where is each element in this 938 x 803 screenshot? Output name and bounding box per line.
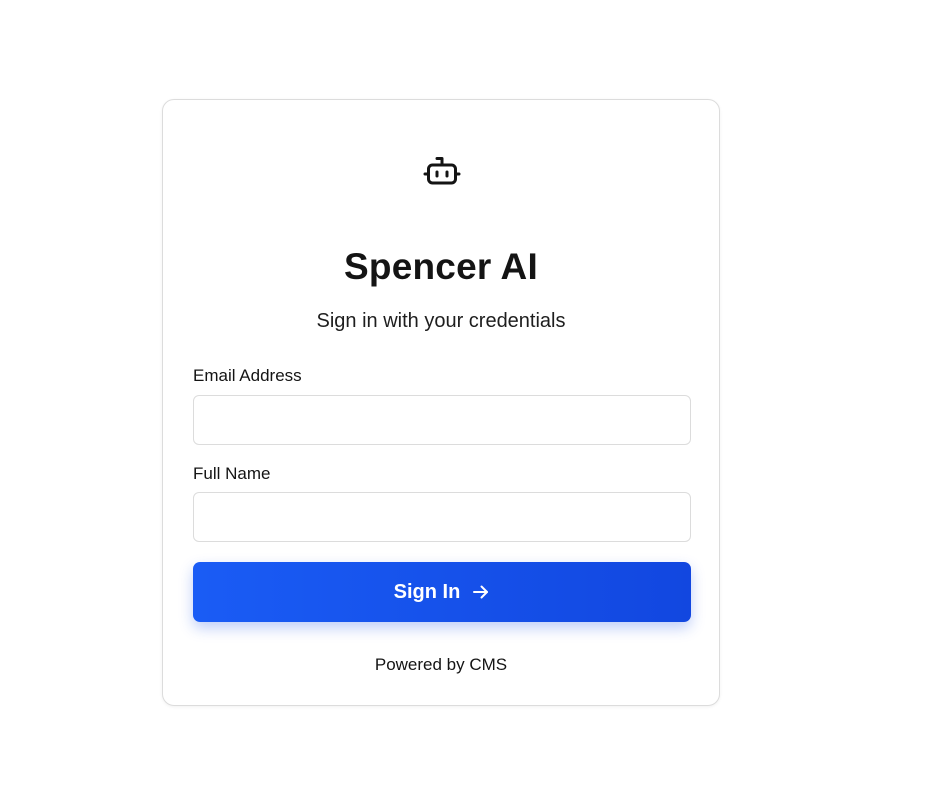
arrow-right-icon	[472, 583, 490, 601]
full-name-label: Full Name	[193, 464, 271, 483]
app-title: Spencer AI	[344, 246, 538, 287]
sign-in-button-label: Sign In	[393, 580, 461, 603]
full-name-field[interactable]	[193, 492, 691, 542]
login-card: Spencer AI Sign in with your credentials…	[162, 99, 720, 706]
powered-by-text: Powered by CMS	[374, 655, 508, 674]
robot-icon	[422, 154, 462, 194]
email-label: Email Address	[193, 366, 302, 385]
sign-in-button[interactable]: Sign In	[193, 562, 691, 622]
app-subtitle: Sign in with your credentials	[316, 310, 566, 332]
email-field[interactable]	[193, 395, 691, 445]
